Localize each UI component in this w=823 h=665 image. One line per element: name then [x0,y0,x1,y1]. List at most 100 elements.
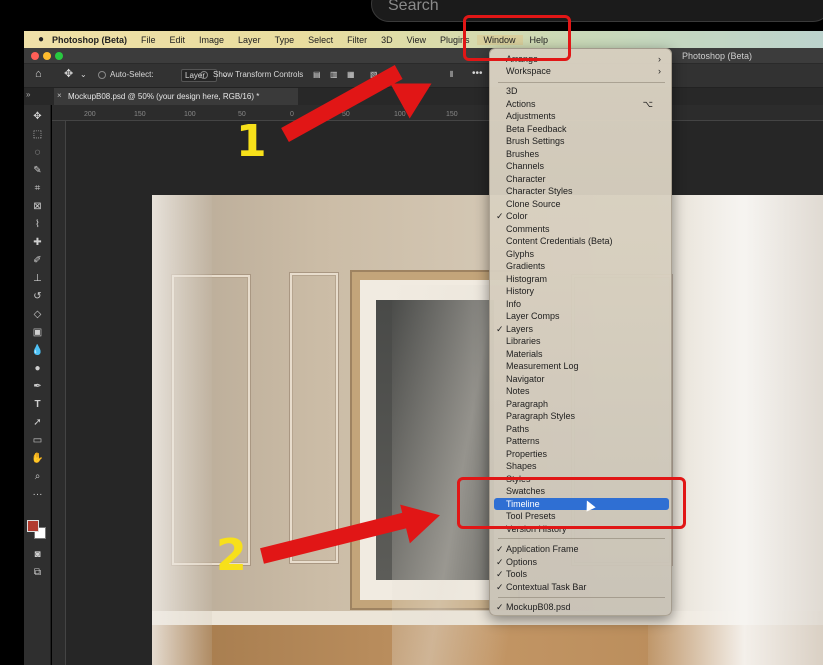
search-bar[interactable]: Search [371,0,823,22]
menu-item-measurement-log[interactable]: Measurement Log [494,360,669,372]
menu-type[interactable]: Type [268,35,302,45]
menu-item-info[interactable]: Info [494,298,669,310]
menu-item-layer-comps[interactable]: Layer Comps [494,310,669,322]
more-options-icon[interactable]: ••• [472,68,483,79]
menu-app-name[interactable]: Photoshop (Beta) [50,35,134,45]
foreground-color-swatch[interactable] [27,520,39,532]
menu-item-workspace[interactable]: Workspace › [494,65,669,77]
quick-mask-icon[interactable]: ◙ [29,547,46,562]
document-tab[interactable]: × MockupB08.psd @ 50% (your design here,… [54,88,298,105]
menu-item-paragraph[interactable]: Paragraph [494,398,669,410]
menu-item-gradients[interactable]: Gradients [494,260,669,272]
menu-item-brush-settings[interactable]: Brush Settings [494,135,669,147]
move-tool-icon[interactable]: ✥ [29,109,46,124]
auto-select-dropdown[interactable]: Layer [181,69,217,82]
minimize-window-icon[interactable] [43,52,51,60]
zoom-tool-icon[interactable]: ⌕ [29,469,46,484]
blur-tool-icon[interactable]: 💧 [29,343,46,358]
menu-item-label: MockupB08.psd [506,602,571,612]
window-titlebar: Photoshop (Beta) [24,48,823,64]
gradient-tool-icon[interactable]: ▣ [29,325,46,340]
apple-icon[interactable]: ● [32,34,50,45]
menu-item-contextual-task-bar[interactable]: ✓ Contextual Task Bar [494,581,669,593]
menu-item-beta-feedback[interactable]: Beta Feedback [494,123,669,135]
lasso-tool-icon[interactable]: ◌ [29,145,46,160]
collapse-panels-icon[interactable]: » [26,90,30,99]
menu-item-label: Layers [506,323,534,334]
menu-item-mockupb08-psd[interactable]: ✓ MockupB08.psd [494,601,669,613]
home-icon[interactable]: ⌂ [35,68,42,80]
zoom-window-icon[interactable] [55,52,63,60]
menu-item-label: History [506,286,535,296]
menu-file[interactable]: File [134,35,163,45]
menu-item-shapes[interactable]: Shapes [494,460,669,472]
menu-item-paths[interactable]: Paths [494,423,669,435]
path-select-icon[interactable]: ➚ [29,415,46,430]
menu-item-color[interactable]: ✓ Color [494,210,669,222]
crop-tool-icon[interactable]: ⌗ [29,181,46,196]
menu-item-character[interactable]: Character [494,173,669,185]
menu-item-tools[interactable]: ✓ Tools [494,568,669,580]
menu-item-histogram[interactable]: Histogram [494,273,669,285]
menu-item-label: Histogram [506,273,548,284]
menu-item-application-frame[interactable]: ✓ Application Frame [494,543,669,555]
menu-item-libraries[interactable]: Libraries [494,335,669,347]
align-left-icon[interactable]: ▤ [313,70,321,79]
auto-select-checkbox[interactable] [98,70,109,79]
menu-item-materials[interactable]: Materials [494,348,669,360]
menu-item-label: Notes [506,386,530,396]
screen-mode-icon[interactable]: ⧉ [29,565,46,580]
healing-brush-icon[interactable]: ✚ [29,235,46,250]
menu-image[interactable]: Image [192,35,231,45]
history-brush-icon[interactable]: ↺ [29,289,46,304]
menu-item-channels[interactable]: Channels [494,160,669,172]
menu-item-character-styles[interactable]: Character Styles [494,185,669,197]
hand-tool-icon[interactable]: ✋ [29,451,46,466]
more-tools-icon[interactable]: ··· [29,487,46,502]
option-key-icon: ⌥ [642,98,653,109]
menu-item-patterns[interactable]: Patterns [494,435,669,447]
ruler-tick: 0 [290,111,294,118]
menu-item-comments[interactable]: Comments [494,223,669,235]
menu-item-layers[interactable]: ✓ Layers [494,323,669,335]
menu-item-options[interactable]: ✓ Options [494,556,669,568]
menu-item-brushes[interactable]: Brushes [494,148,669,160]
close-tab-icon[interactable]: × [57,91,62,100]
stamp-tool-icon[interactable]: ⊥ [29,271,46,286]
menu-item-content-credentials-beta[interactable]: Content Credentials (Beta) [494,235,669,247]
move-tool-icon[interactable]: ✥ [64,67,73,80]
menu-item-navigator[interactable]: Navigator [494,373,669,385]
eraser-tool-icon[interactable]: ◇ [29,307,46,322]
brush-tool-icon[interactable]: ✐ [29,253,46,268]
dodge-tool-icon[interactable]: ● [29,361,46,376]
transform-controls-checkbox[interactable] [200,70,211,79]
distribute-icon[interactable]: ⫴ [450,70,453,80]
menu-item-3d[interactable]: 3D [494,85,669,97]
menu-3d[interactable]: 3D [374,35,400,45]
frame-tool-icon[interactable]: ⊠ [29,199,46,214]
menu-item-glyphs[interactable]: Glyphs [494,248,669,260]
menu-layer[interactable]: Layer [231,35,268,45]
menu-view[interactable]: View [400,35,433,45]
eyedropper-tool-icon[interactable]: ⌇ [29,217,46,232]
marquee-tool-icon[interactable]: ⬚ [29,127,46,142]
menu-item-actions[interactable]: Actions ⌥ [494,98,669,110]
menu-item-properties[interactable]: Properties [494,448,669,460]
close-window-icon[interactable] [31,52,39,60]
menu-filter[interactable]: Filter [340,35,374,45]
menu-item-history[interactable]: History [494,285,669,297]
menu-item-clone-source[interactable]: Clone Source [494,198,669,210]
menu-select[interactable]: Select [301,35,340,45]
menu-item-paragraph-styles[interactable]: Paragraph Styles [494,410,669,422]
menu-item-notes[interactable]: Notes [494,385,669,397]
quick-select-tool-icon[interactable]: ✎ [29,163,46,178]
menu-edit[interactable]: Edit [163,35,193,45]
type-tool-icon[interactable]: T [29,397,46,412]
align-right-icon[interactable]: ▦ [347,70,355,79]
menu-item-adjustments[interactable]: Adjustments [494,110,669,122]
ruler-tick: 50 [342,111,350,118]
pen-tool-icon[interactable]: ✒ [29,379,46,394]
align-center-icon[interactable]: ▥ [330,70,338,79]
rectangle-tool-icon[interactable]: ▭ [29,433,46,448]
chevron-down-icon[interactable]: ⌄ [80,70,87,79]
